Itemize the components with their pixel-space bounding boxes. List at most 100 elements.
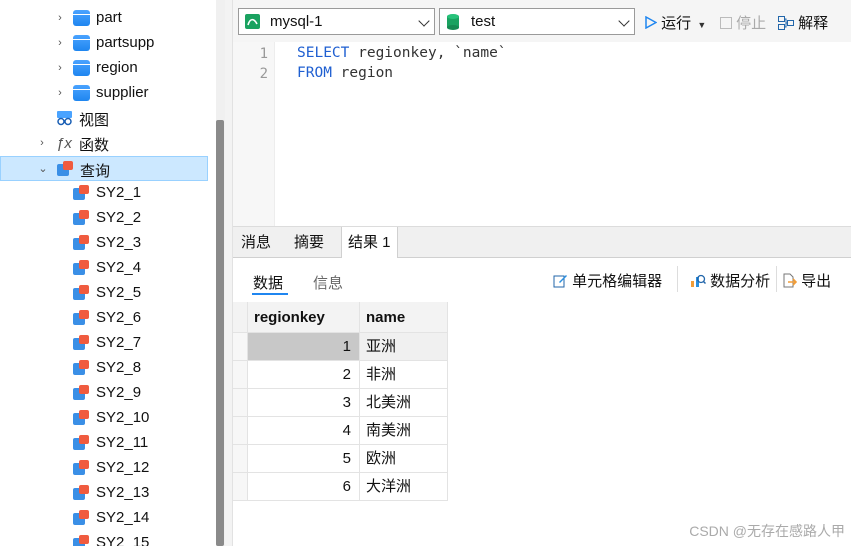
export-button[interactable]: 导出	[781, 270, 831, 291]
database-select[interactable]: test	[439, 8, 635, 35]
code-line[interactable]: FROM region	[297, 65, 393, 81]
tree-item-query-SY2_2[interactable]: SY2_2	[0, 206, 208, 231]
row-selector[interactable]	[233, 333, 248, 361]
tree-item-query-SY2_4[interactable]: SY2_4	[0, 256, 208, 281]
tree-item-query-SY2_14[interactable]: SY2_14	[0, 506, 208, 531]
data-analysis-label: 数据分析	[710, 273, 771, 290]
tree-item-query-SY2_12[interactable]: SY2_12	[0, 456, 208, 481]
subtab-data[interactable]: 数据	[253, 272, 283, 293]
query-icon	[73, 460, 90, 476]
tree-item-table-partsupp[interactable]: › partsupp	[0, 31, 208, 56]
line-number-gutter: 1 2	[233, 42, 275, 226]
tree-item-query-SY2_15[interactable]: SY2_15	[0, 531, 208, 546]
result-tabs: 消息 摘要 结果 1	[233, 226, 851, 259]
table-cell[interactable]: 5	[248, 445, 360, 473]
table-cell[interactable]: 3	[248, 389, 360, 417]
run-dropdown-icon[interactable]: ▼	[697, 20, 706, 30]
tree-item-query-SY2_1[interactable]: SY2_1	[0, 181, 208, 206]
result-subbar: 数据 信息 单元格编辑器 数据分析 导出	[233, 258, 851, 302]
column-header[interactable]: name	[360, 302, 448, 333]
table-cell[interactable]: 大洋洲	[360, 473, 448, 501]
tab-messages[interactable]: 消息	[235, 227, 277, 258]
chevron-right-icon[interactable]: ›	[55, 63, 65, 74]
row-selector[interactable]	[233, 473, 248, 501]
tree-item-label: SY2_10	[96, 409, 150, 426]
connection-select-value: mysql-1	[270, 13, 323, 30]
query-icon	[73, 410, 90, 426]
database-icon	[447, 14, 459, 30]
tree-item-label: SY2_4	[96, 259, 142, 276]
cell-editor-button[interactable]: 单元格编辑器	[553, 270, 662, 291]
tree-item-query-SY2_10[interactable]: SY2_10	[0, 406, 208, 431]
tree-item-label: SY2_2	[96, 209, 142, 226]
sql-text: region	[331, 65, 394, 81]
pane-splitter[interactable]	[225, 0, 233, 546]
tree-item-query-SY2_7[interactable]: SY2_7	[0, 331, 208, 356]
chevron-right-icon[interactable]: ›	[55, 13, 65, 24]
table-cell[interactable]: 4	[248, 417, 360, 445]
column-header[interactable]: regionkey	[248, 302, 360, 333]
tree-item-label: SY2_15	[96, 534, 150, 546]
chevron-right-icon[interactable]: ›	[37, 138, 47, 149]
row-selector[interactable]	[233, 389, 248, 417]
tree-item-table-region[interactable]: › region	[0, 56, 208, 81]
pencil-edit-icon	[553, 275, 567, 288]
view-icon	[57, 111, 72, 126]
table-cell[interactable]: 非洲	[360, 361, 448, 389]
tree-item-queries[interactable]: ⌄ 查询	[0, 156, 208, 181]
tree-item-query-SY2_13[interactable]: SY2_13	[0, 481, 208, 506]
sql-keyword: FROM	[297, 65, 332, 81]
chevron-right-icon[interactable]: ›	[55, 88, 65, 99]
tree-item-views[interactable]: 视图	[0, 106, 208, 131]
tree-item-label: 视图	[79, 112, 110, 129]
tab-summary[interactable]: 摘要	[288, 227, 330, 258]
tree-item-label: SY2_5	[96, 284, 142, 301]
table-cell[interactable]: 北美洲	[360, 389, 448, 417]
stop-icon	[720, 17, 732, 29]
code-line[interactable]: SELECT regionkey, `name`	[297, 45, 507, 61]
run-button[interactable]: 运行 ▼	[645, 12, 706, 33]
table-cell[interactable]: 6	[248, 473, 360, 501]
table-cell[interactable]: 亚洲	[360, 333, 448, 361]
toolbar-separator	[776, 266, 777, 292]
stop-button[interactable]: 停止	[720, 12, 766, 33]
query-icon	[73, 210, 90, 226]
query-icon	[73, 260, 90, 276]
tree-item-query-SY2_8[interactable]: SY2_8	[0, 356, 208, 381]
sql-editor[interactable]: 1 2 SELECT regionkey, `name` FROM region	[233, 42, 851, 226]
tree-item-functions[interactable]: › ƒx 函数	[0, 131, 208, 156]
chevron-right-icon[interactable]: ›	[55, 38, 65, 49]
tree-item-query-SY2_9[interactable]: SY2_9	[0, 381, 208, 406]
explain-button[interactable]: 解释	[778, 12, 828, 33]
navigation-tree: › part › partsupp › region › supplier 视图 › ƒx 函数 ⌄ 查询…	[0, 0, 216, 546]
query-icon	[73, 485, 90, 501]
tree-item-query-SY2_5[interactable]: SY2_5	[0, 281, 208, 306]
tab-result-1[interactable]: 结果 1	[341, 227, 398, 259]
table-cell[interactable]: 欧洲	[360, 445, 448, 473]
subtab-info[interactable]: 信息	[313, 272, 343, 293]
play-icon	[645, 15, 658, 30]
table-cell[interactable]: 南美洲	[360, 417, 448, 445]
tree-item-label: part	[96, 9, 122, 26]
row-selector[interactable]	[233, 445, 248, 473]
tree-item-table-part[interactable]: › part	[0, 6, 208, 31]
row-selector[interactable]	[233, 361, 248, 389]
tree-item-query-SY2_6[interactable]: SY2_6	[0, 306, 208, 331]
tree-item-query-SY2_3[interactable]: SY2_3	[0, 231, 208, 256]
toolbar-separator	[677, 266, 678, 292]
tree-item-table-supplier[interactable]: › supplier	[0, 81, 208, 106]
run-button-label: 运行	[661, 15, 692, 32]
table-icon	[73, 60, 90, 76]
tree-item-label: SY2_7	[96, 334, 142, 351]
query-icon	[57, 161, 74, 177]
table-cell[interactable]: 2	[248, 361, 360, 389]
row-selector[interactable]	[233, 417, 248, 445]
tree-item-query-SY2_11[interactable]: SY2_11	[0, 431, 208, 456]
data-analysis-button[interactable]: 数据分析	[690, 270, 770, 291]
query-icon	[73, 185, 90, 201]
table-cell[interactable]: 1	[248, 333, 360, 361]
tree-scrollbar-thumb[interactable]	[216, 120, 224, 546]
query-icon	[73, 285, 90, 301]
chevron-down-icon[interactable]: ⌄	[38, 164, 48, 175]
connection-select[interactable]: mysql-1	[238, 8, 435, 35]
